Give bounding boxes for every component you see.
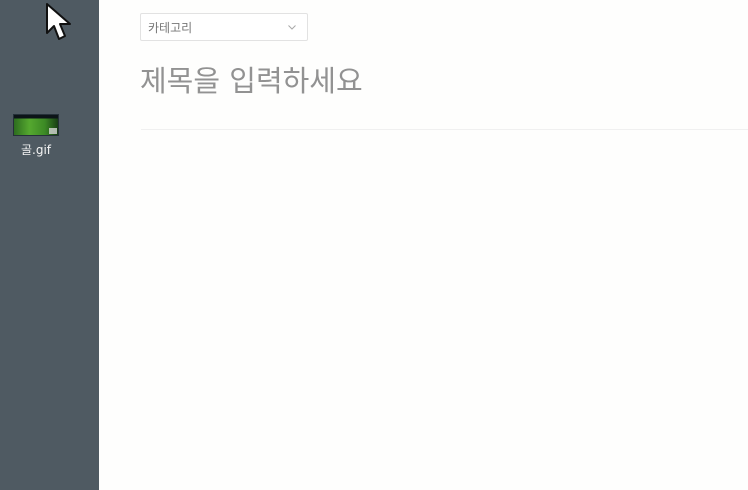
- category-selected-value: 카테고리: [148, 21, 193, 35]
- arrow-cursor-icon: [46, 3, 71, 40]
- title-divider: [141, 129, 748, 130]
- desktop-file-label: 골.gif: [20, 143, 52, 157]
- desktop-panel: 골.gif: [0, 0, 99, 490]
- post-editor: 카테고리 제목을 입력하세요: [99, 0, 748, 490]
- post-title-input[interactable]: 제목을 입력하세요: [140, 62, 660, 100]
- screen: 골.gif 카테고리 제목을 입력하세요: [0, 0, 748, 490]
- category-select[interactable]: 카테고리: [140, 13, 308, 41]
- gif-file-thumbnail-icon: [13, 114, 59, 136]
- desktop-file-gif[interactable]: 골.gif: [12, 114, 60, 157]
- chevron-down-icon: [288, 25, 296, 30]
